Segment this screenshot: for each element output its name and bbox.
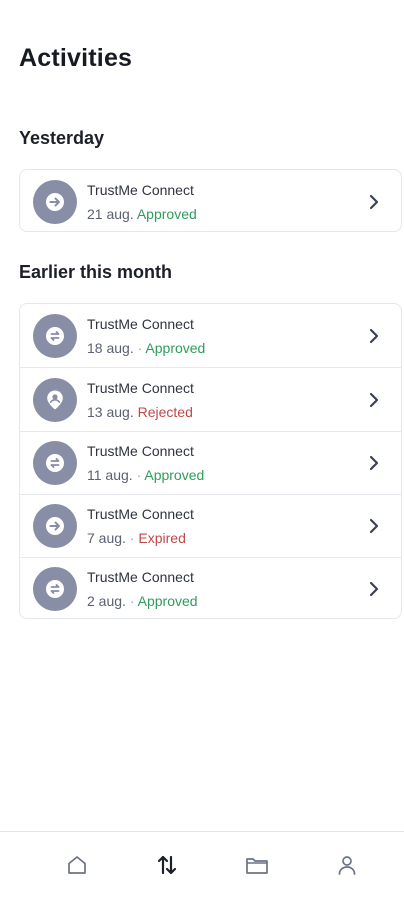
activity-name: TrustMe Connect [87, 569, 194, 585]
transfer-icon [33, 313, 77, 358]
activity-date: 13 aug. [87, 403, 134, 420]
bottom-nav [0, 831, 404, 900]
activity-row[interactable]: TrustMe Connect 13 aug. Rejected [20, 368, 401, 431]
swap-arrows-icon [157, 855, 177, 875]
activity-date: 11 aug. [87, 467, 133, 483]
nav-documents[interactable] [242, 850, 272, 880]
section-title-yesterday: Yesterday [19, 128, 105, 148]
arrow-right-icon [33, 179, 77, 224]
status-label: Expired [138, 530, 186, 546]
nav-profile[interactable] [332, 850, 362, 880]
separator-dot: · [129, 593, 135, 609]
status-label: Approved [145, 339, 206, 356]
activity-name: TrustMe Connect [87, 379, 194, 396]
activity-name: TrustMe Connect [87, 443, 194, 459]
activity-row[interactable]: TrustMe Connect 7 aug. · Expired [20, 495, 401, 557]
activity-date: 21 aug. [87, 205, 134, 222]
chevron-right-icon [363, 515, 385, 537]
activity-date: 2 aug. [87, 593, 126, 609]
chevron-right-icon [363, 389, 385, 411]
activity-list-yesterday: TrustMe Connect 21 aug. Approved [19, 169, 402, 232]
profile-icon [338, 856, 356, 875]
activity-list-earlier: TrustMe Connect 18 aug. · Approved Trust… [19, 303, 402, 619]
section-title-earlier: Earlier this month [19, 262, 173, 282]
separator-dot: · [129, 530, 135, 546]
page-title: Activities [19, 44, 133, 72]
status-label: Approved [137, 593, 198, 609]
activity-name: TrustMe Connect [87, 506, 194, 522]
chevron-right-icon [363, 191, 385, 213]
chevron-right-icon [363, 578, 385, 600]
status-label: Rejected [137, 403, 193, 420]
home-icon [68, 856, 86, 874]
transfer-icon [33, 441, 77, 485]
separator-dot: · [136, 467, 142, 483]
status-label: Approved [136, 205, 197, 222]
location-pin-icon [33, 377, 77, 422]
nav-home[interactable] [62, 850, 92, 880]
status-label: Approved [144, 467, 205, 483]
activity-row[interactable]: TrustMe Connect 2 aug. · Approved [20, 558, 401, 620]
activity-name: TrustMe Connect [87, 181, 194, 198]
activity-date: 18 aug. [87, 339, 134, 356]
nav-activities[interactable] [152, 850, 182, 880]
chevron-right-icon [363, 452, 385, 474]
activity-row[interactable]: TrustMe Connect 11 aug. · Approved [20, 432, 401, 494]
chevron-right-icon [363, 325, 385, 347]
transfer-icon [33, 567, 77, 611]
arrow-right-icon [33, 504, 77, 548]
folder-icon [246, 858, 268, 874]
activity-row[interactable]: TrustMe Connect 18 aug. · Approved [20, 304, 401, 367]
activity-date: 7 aug. [87, 530, 126, 546]
activity-row[interactable]: TrustMe Connect 21 aug. Approved [20, 170, 401, 233]
activity-name: TrustMe Connect [87, 315, 194, 332]
separator-dot: · [137, 339, 143, 356]
